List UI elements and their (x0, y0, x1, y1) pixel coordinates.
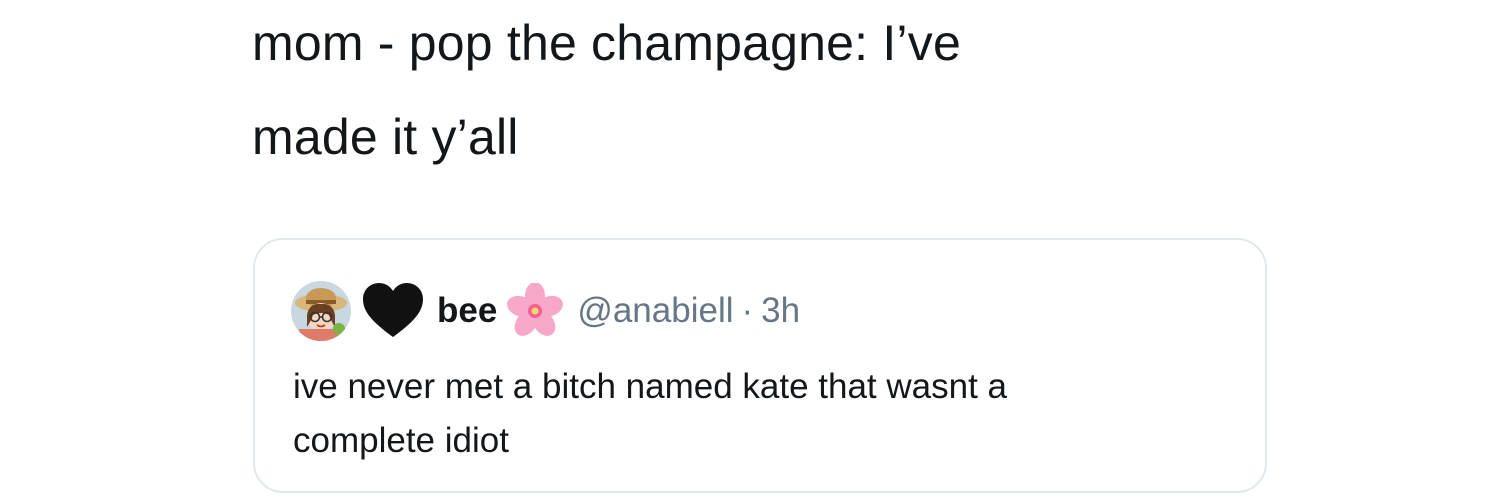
handle[interactable]: @anabiell (577, 291, 733, 331)
tweet-text-line-1: mom - pop the champagne: I’ve (252, 15, 961, 71)
separator-dot: · (741, 291, 754, 330)
avatar[interactable] (291, 281, 351, 341)
black-heart-icon (363, 283, 423, 337)
quoted-text-line-1: ive never met a bitch named kate that wa… (293, 367, 1007, 406)
quoted-tweet-header: bee @anabiell · 3h (291, 276, 800, 346)
timestamp[interactable]: 3h (761, 291, 800, 331)
display-name[interactable]: bee (437, 291, 497, 331)
quoted-tweet-card[interactable]: bee @anabiell · 3h ive never met a bitch… (253, 238, 1267, 493)
cherry-blossom-icon (507, 283, 564, 336)
avatar-icon (291, 281, 351, 341)
tweet-body: mom - pop the champagne: I’ve made it y’… (252, 0, 1292, 184)
tweet-screenshot: mom - pop the champagne: I’ve made it y’… (0, 0, 1500, 499)
quoted-text-line-2: complete idiot (293, 421, 509, 460)
quoted-tweet-body: ive never met a bitch named kate that wa… (293, 360, 1233, 468)
tweet-text-line-2: made it y’all (252, 109, 519, 165)
